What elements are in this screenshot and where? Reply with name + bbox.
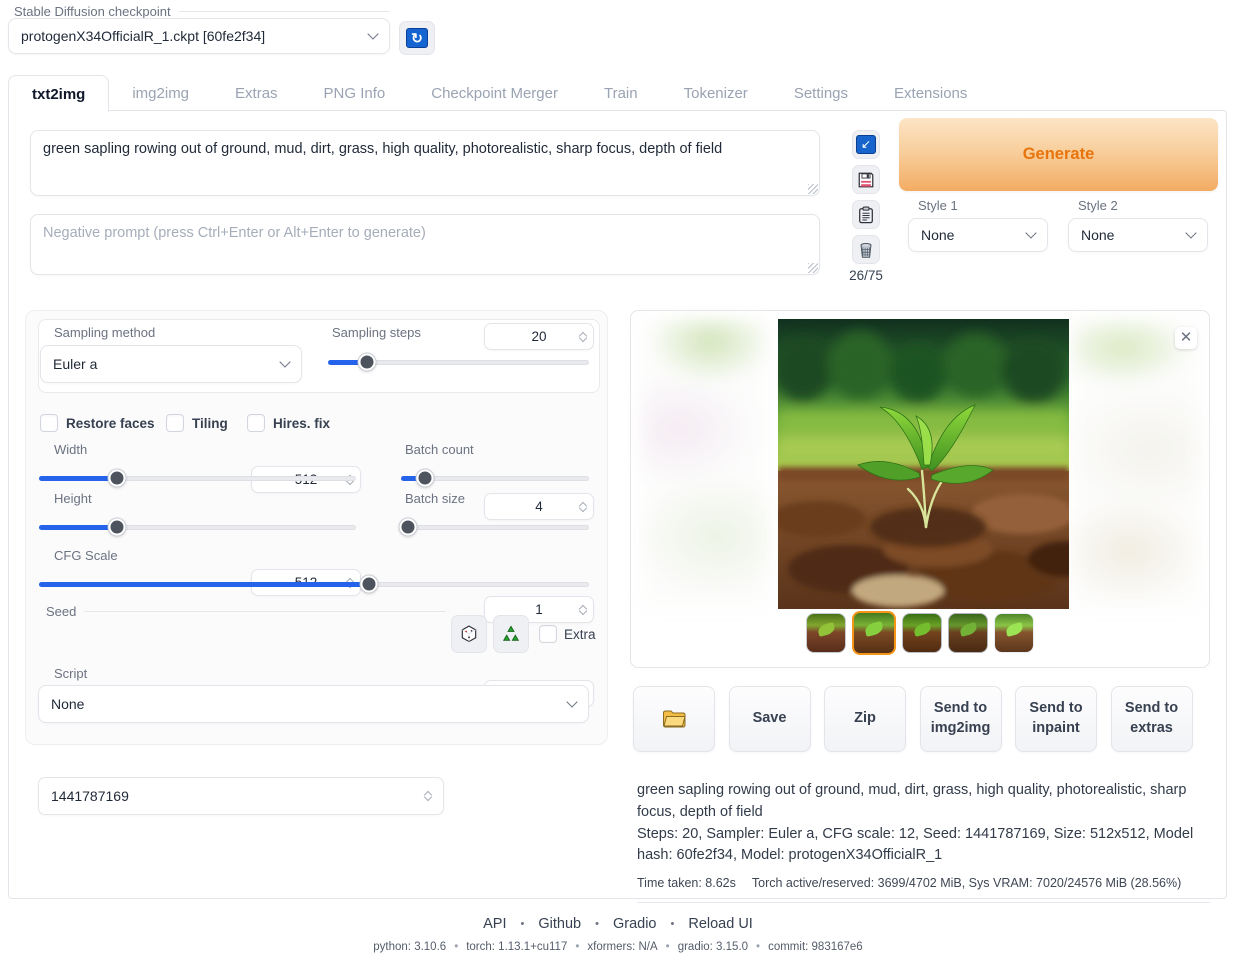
footer-links: APIGithubGradioReload UI [0,916,1236,932]
tab-content-frame [8,110,1227,899]
checkpoint-value: protogenX34OfficialR_1.ckpt [60fe2f34] [21,28,369,44]
refresh-icon: ↻ [406,28,428,48]
tab-img2img[interactable]: img2img [109,75,212,111]
tab-train[interactable]: Train [581,75,661,111]
version-torch: torch: 1.13.1+cu117 [466,941,587,953]
tab-tokenizer[interactable]: Tokenizer [661,75,771,111]
footer-link-gradio[interactable]: Gradio [613,916,688,932]
main-tabs: txt2img img2img Extras PNG Info Checkpoi… [8,75,990,111]
footer-versions: python: 3.10.6torch: 1.13.1+cu117xformer… [0,941,1236,953]
tab-settings[interactable]: Settings [771,75,871,111]
legend-line [179,11,390,12]
refresh-checkpoints-button[interactable]: ↻ [399,21,435,55]
chevron-down-icon [367,28,378,39]
footer-link-api[interactable]: API [483,916,538,932]
tab-extensions[interactable]: Extensions [871,75,990,111]
stable-diffusion-webui: Stable Diffusion checkpoint protogenX34O… [0,0,1236,966]
tab-txt2img[interactable]: txt2img [8,75,109,112]
version-xformers: xformers: N/A [587,941,677,953]
tab-checkpoint-merger[interactable]: Checkpoint Merger [408,75,581,111]
version-python: python: 3.10.6 [373,941,466,953]
footer-link-github[interactable]: Github [538,916,613,932]
checkpoint-label: Stable Diffusion checkpoint [14,4,171,19]
tab-png-info[interactable]: PNG Info [301,75,409,111]
checkpoint-dropdown[interactable]: protogenX34OfficialR_1.ckpt [60fe2f34] [8,18,390,54]
close-gallery-button[interactable]: ✕ [1175,327,1197,349]
footer-link-reload-ui[interactable]: Reload UI [688,916,752,932]
tab-extras[interactable]: Extras [212,75,301,111]
version-commit: commit: 983167e6 [768,941,863,953]
checkpoint-legend: Stable Diffusion checkpoint [14,4,390,19]
version-gradio: gradio: 3.15.0 [678,941,768,953]
